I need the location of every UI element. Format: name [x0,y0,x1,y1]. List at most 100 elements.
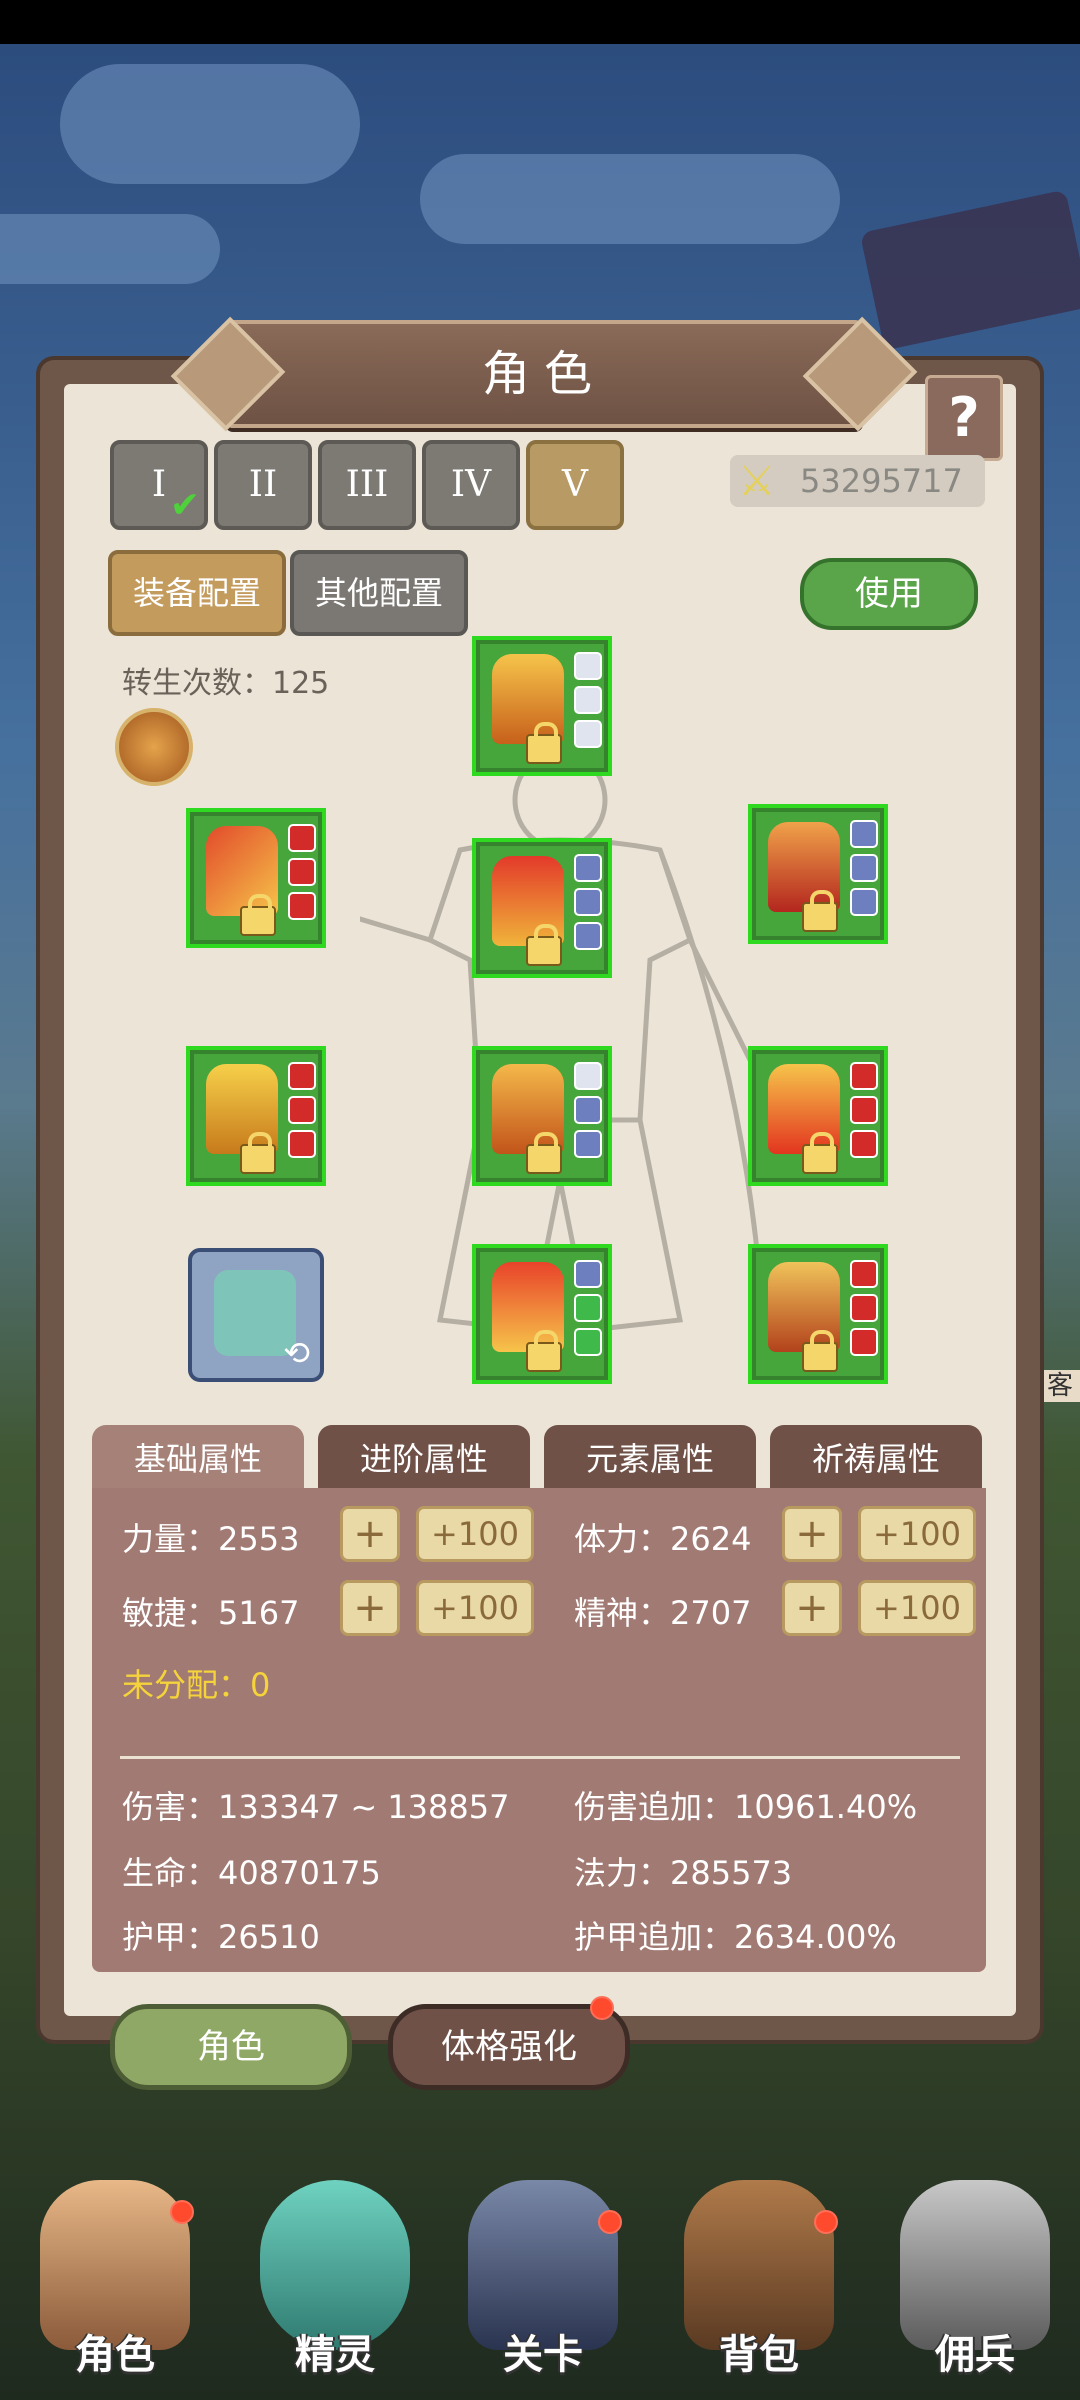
notification-dot [598,2210,622,2234]
other-config-tab[interactable]: 其他配置 [290,550,468,636]
slot-label: III [345,464,389,505]
gem-socket-icon [288,1062,316,1090]
nav-item-character[interactable]: 角色 [10,2160,210,2400]
tab-element-attributes[interactable]: 元素属性 [544,1425,756,1489]
add-agility-button[interactable]: + [340,1580,400,1636]
title-banner: 角色 [170,316,918,432]
equip-slot-weapon[interactable] [186,808,326,948]
nav-item-spirit[interactable]: 精灵 [230,2160,430,2400]
equip-slot-offhand[interactable] [748,804,888,944]
gem-socket-icon [850,1062,878,1090]
lock-icon [240,1132,276,1174]
lock-icon [240,894,276,936]
npc-name-tag: 客 [1040,1370,1080,1402]
gem-socket-icon [850,820,878,848]
lock-icon [526,1132,562,1174]
gem-socket-icon [574,1260,602,1288]
loadout-slot-3[interactable]: III [318,440,416,530]
tab-advanced-attributes[interactable]: 进阶属性 [318,1425,530,1489]
stat-damage-bonus: 伤害追加：10961.40% [574,1788,918,1826]
gem-socket-icon [574,1294,602,1322]
crossed-swords-icon: ⚔ [738,456,776,505]
gem-socket-icon [288,824,316,852]
equip-slot-gloves[interactable] [748,1244,888,1384]
stat-strength: 力量：2553 [122,1520,300,1558]
stat-armor-bonus: 护甲追加：2634.00% [574,1918,897,1956]
gem-socket-icon [288,858,316,886]
notification-dot [814,2210,838,2234]
nav-item-mercenary[interactable]: 佣兵 [870,2160,1070,2400]
gem-socket-icon [850,854,878,882]
add-stamina-100-button[interactable]: +100 [858,1506,976,1562]
equip-slot-ring[interactable] [748,1046,888,1186]
nav-item-stage[interactable]: 关卡 [438,2160,638,2400]
rebirth-emblem-icon[interactable] [115,708,193,786]
equip-slot-helmet[interactable] [472,636,612,776]
gem-socket-icon [288,892,316,920]
stat-damage: 伤害：133347 ~ 138857 [122,1788,510,1826]
use-button[interactable]: 使用 [800,558,978,630]
stat-life: 生命：40870175 [122,1854,381,1892]
attribute-panel [92,1488,986,1972]
add-spirit-button[interactable]: + [782,1580,842,1636]
stat-armor: 护甲：26510 [122,1918,320,1956]
slot-label: I [151,464,167,505]
unassigned-points: 未分配：0 [122,1666,271,1704]
equip-slot-armor[interactable] [472,838,612,978]
lock-icon [802,1132,838,1174]
tab-character[interactable]: 角色 [110,2004,352,2090]
gem-socket-icon [574,1130,602,1158]
nav-label: 关卡 [503,2332,583,2378]
gem-socket-icon [574,720,602,748]
checkmark-icon: ✔ [169,485,200,526]
slot-label: V [562,464,588,505]
notification-dot [170,2200,194,2224]
lock-icon [526,722,562,764]
bottom-navigation: 角色 精灵 关卡 背包 佣兵 [0,2160,1080,2400]
lock-icon [526,1330,562,1372]
page-title: 角色 [481,346,606,402]
stat-stamina: 体力：2624 [574,1520,752,1558]
gem-socket-icon [574,1328,602,1356]
combat-power: ⚔ 53295717 [730,455,985,507]
add-stamina-button[interactable]: + [782,1506,842,1562]
nav-label: 精灵 [295,2332,375,2378]
help-button[interactable]: ? [925,375,1003,461]
gem-socket-icon [574,686,602,714]
cloud [0,214,220,284]
stat-spirit: 精神：2707 [574,1594,752,1632]
add-strength-100-button[interactable]: +100 [416,1506,534,1562]
nav-item-backpack[interactable]: 背包 [654,2160,854,2400]
loadout-slot-1[interactable]: I ✔ [110,440,208,530]
loadout-slot-4[interactable]: IV [422,440,520,530]
gem-socket-icon [850,1096,878,1124]
gem-socket-icon [574,854,602,882]
add-agility-100-button[interactable]: +100 [416,1580,534,1636]
gem-socket-icon [850,1260,878,1288]
add-strength-button[interactable]: + [340,1506,400,1562]
stat-agility: 敏捷：5167 [122,1594,300,1632]
gem-socket-icon [574,922,602,950]
equip-slot-boots[interactable] [472,1244,612,1384]
notification-dot [590,1996,614,2020]
tab-basic-attributes[interactable]: 基础属性 [92,1425,304,1489]
loadout-slot-2[interactable]: II [214,440,312,530]
combat-power-value: 53295717 [800,462,963,500]
tab-prayer-attributes[interactable]: 祈祷属性 [770,1425,982,1489]
gem-socket-icon [850,1328,878,1356]
divider [120,1756,960,1759]
lock-icon [802,1330,838,1372]
loadout-slot-5[interactable]: V [526,440,624,530]
gem-socket-icon [574,1062,602,1090]
costume-slot[interactable]: ⟲ [188,1248,324,1382]
status-bar [0,0,1080,44]
add-spirit-100-button[interactable]: +100 [858,1580,976,1636]
gem-socket-icon [288,1096,316,1124]
equip-slot-belt[interactable] [472,1046,612,1186]
gem-socket-icon [574,888,602,916]
equip-slot-necklace[interactable] [186,1046,326,1186]
rebirth-count: 转生次数：125 [122,666,330,701]
equipment-config-tab[interactable]: 装备配置 [108,550,286,636]
slot-label: IV [450,464,492,505]
nav-label: 角色 [75,2332,155,2378]
